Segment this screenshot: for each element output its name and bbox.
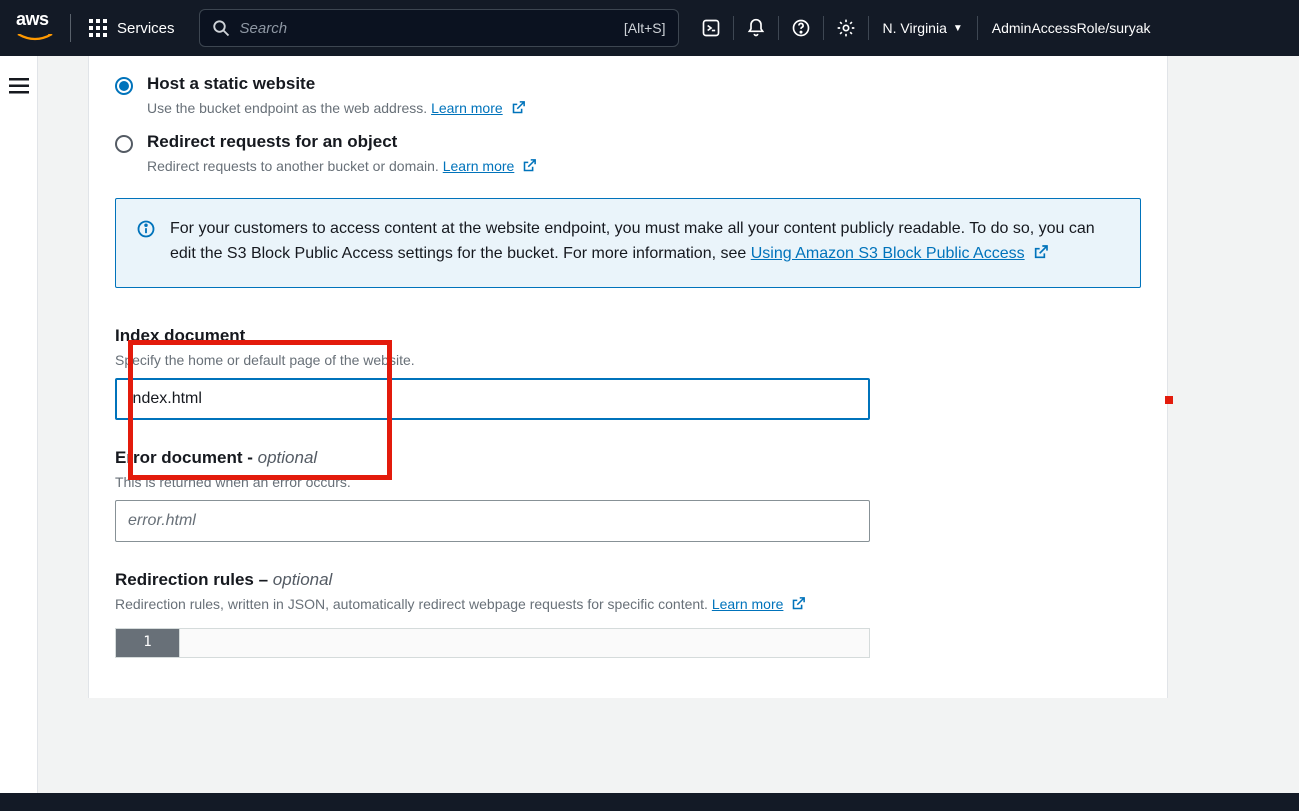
index-document-help: Specify the home or default page of the … (115, 352, 1141, 368)
nav-icons (689, 8, 869, 48)
error-document-input[interactable] (115, 500, 870, 542)
callout-link[interactable]: Using Amazon S3 Block Public Access (751, 245, 1025, 262)
external-link-icon (791, 596, 806, 614)
side-nav-toggle[interactable] (9, 78, 29, 811)
index-document-field: Index document Specify the home or defau… (89, 326, 1167, 420)
external-link-icon (511, 100, 526, 118)
content-card: Host a static website Use the bucket end… (88, 56, 1168, 698)
error-document-label: Error document - optional (115, 448, 1141, 468)
index-document-label: Index document (115, 326, 1141, 346)
redirection-rules-field: Redirection rules – optional Redirection… (89, 570, 1167, 658)
opt-redirect-sub: Redirect requests to another bucket or d… (147, 158, 537, 176)
account-label: AdminAccessRole/suryak (992, 20, 1151, 36)
rules-learn-more[interactable]: Learn more (712, 596, 784, 612)
hosting-option-host[interactable]: Host a static website Use the bucket end… (115, 74, 1141, 118)
region-label: N. Virginia (883, 20, 947, 36)
callout-text: For your customers to access content at … (170, 217, 1120, 269)
search-shortcut-hint: [Alt+S] (624, 20, 666, 36)
annotation-dot (1165, 396, 1173, 404)
top-nav: aws Services [Alt+S] (0, 0, 1299, 56)
redirection-rules-label: Redirection rules – optional (115, 570, 1141, 590)
radio-redirect[interactable] (115, 135, 133, 153)
external-link-icon (1033, 242, 1049, 269)
hamburger-icon (9, 78, 29, 94)
opt-host-learn-more[interactable]: Learn more (431, 100, 503, 116)
opt-redirect-label: Redirect requests for an object (147, 132, 537, 152)
region-selector[interactable]: N. Virginia ▼ (869, 20, 977, 36)
search-input[interactable] (240, 20, 614, 37)
account-menu[interactable]: AdminAccessRole/suryak (978, 20, 1165, 36)
services-button[interactable]: Services (75, 8, 189, 48)
error-document-help: This is returned when an error occurs. (115, 474, 1141, 490)
aws-logo[interactable]: aws (10, 10, 66, 46)
caret-down-icon: ▼ (953, 23, 963, 34)
services-grid-icon (89, 19, 107, 37)
aws-text: aws (16, 10, 54, 28)
opt-host-label: Host a static website (147, 74, 526, 94)
info-icon (136, 219, 156, 239)
radio-host[interactable] (115, 77, 133, 95)
error-document-field: Error document - optional This is return… (89, 448, 1167, 542)
info-callout: For your customers to access content at … (115, 198, 1141, 288)
redirection-rules-editor[interactable]: 1 (115, 628, 870, 658)
opt-redirect-learn-more[interactable]: Learn more (443, 158, 515, 174)
side-rail (0, 56, 38, 811)
cloudshell-icon[interactable] (689, 8, 733, 48)
aws-smile-icon (16, 34, 54, 41)
index-document-input[interactable] (115, 378, 870, 420)
redirection-rules-help: Redirection rules, written in JSON, auto… (115, 596, 1141, 614)
main: Host a static website Use the bucket end… (38, 56, 1299, 793)
hosting-option-redirect[interactable]: Redirect requests for an object Redirect… (115, 132, 1141, 176)
notifications-icon[interactable] (734, 8, 778, 48)
nav-divider (70, 14, 71, 42)
bottom-bar (0, 793, 1299, 811)
search-box[interactable]: [Alt+S] (199, 9, 679, 47)
opt-host-sub: Use the bucket endpoint as the web addre… (147, 100, 526, 118)
search-icon (212, 19, 230, 37)
external-link-icon (522, 158, 537, 176)
editor-code-area[interactable] (180, 629, 869, 657)
help-icon[interactable] (779, 8, 823, 48)
settings-icon[interactable] (824, 8, 868, 48)
editor-gutter: 1 (116, 629, 180, 657)
services-label: Services (117, 20, 175, 37)
